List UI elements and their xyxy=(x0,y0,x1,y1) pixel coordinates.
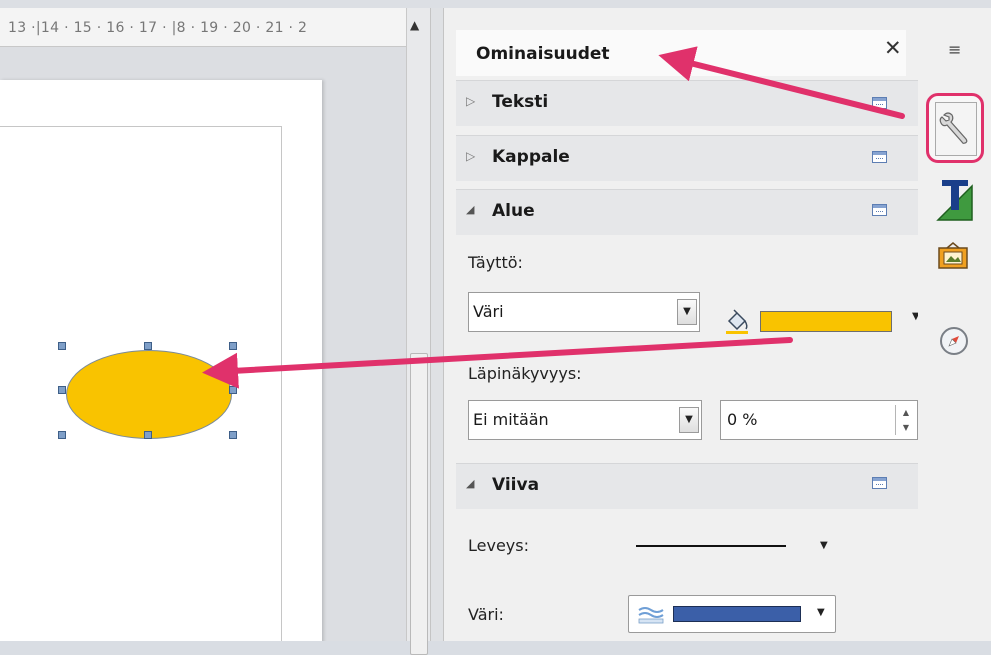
gallery-icon[interactable] xyxy=(937,242,969,270)
page-margin-top xyxy=(0,126,282,127)
panel-header: Ominaisuudet xyxy=(456,30,906,76)
spin-down-icon[interactable]: ▼ xyxy=(896,420,916,435)
navigator-compass-icon[interactable] xyxy=(939,326,969,356)
selection-handle-top-right[interactable] xyxy=(229,342,237,350)
selection-handle-middle-right[interactable] xyxy=(229,386,237,394)
fill-type-dropdown[interactable]: Väri ▼ xyxy=(468,292,700,332)
area-more-options-icon[interactable] xyxy=(872,204,887,216)
dropdown-arrow-icon[interactable]: ▼ xyxy=(817,607,825,618)
fill-color-swatch[interactable] xyxy=(760,311,892,332)
expand-triangle-icon[interactable]: ▷ xyxy=(466,149,475,163)
wrench-icon xyxy=(939,112,968,144)
sidebar-splitter[interactable] xyxy=(430,8,444,641)
expand-triangle-icon[interactable]: ▷ xyxy=(466,94,475,108)
selection-handle-bottom-left[interactable] xyxy=(58,431,66,439)
section-area-header[interactable]: ◢ Alue xyxy=(456,189,918,235)
section-line-header[interactable]: ◢ Viiva xyxy=(456,463,918,509)
spin-up-icon[interactable]: ▲ xyxy=(896,405,916,420)
section-text-title: Teksti xyxy=(492,92,549,112)
vertical-scrollbar[interactable]: ▲ xyxy=(406,8,430,655)
line-more-options-icon[interactable] xyxy=(872,477,887,489)
line-width-dropdown-arrow-icon[interactable]: ▼ xyxy=(820,540,828,551)
horizontal-ruler[interactable]: 13 ·|14 · 15 · 16 · 17 · |8 · 19 · 20 · … xyxy=(0,8,406,47)
scrollbar-thumb[interactable] xyxy=(410,353,428,655)
dropdown-arrow-icon[interactable]: ▼ xyxy=(677,299,697,325)
section-line-title: Viiva xyxy=(492,475,540,495)
fill-label: Täyttö: xyxy=(468,253,523,272)
selection-handle-middle-left[interactable] xyxy=(58,386,66,394)
transparency-percent-spinbox[interactable]: 0 % ▲ ▼ xyxy=(720,400,918,440)
transparency-dropdown[interactable]: Ei mitään ▼ xyxy=(468,400,702,440)
transparency-value: Ei mitään xyxy=(473,410,549,429)
close-panel-icon[interactable]: ✕ xyxy=(884,36,902,60)
sidebar-menu-icon[interactable]: ≡ xyxy=(948,40,961,59)
collapse-triangle-icon[interactable]: ◢ xyxy=(466,203,474,216)
panel-title: Ominaisuudet xyxy=(476,44,610,64)
selection-handle-top-left[interactable] xyxy=(58,342,66,350)
line-color-icon xyxy=(638,607,664,624)
ruler-numbers: 13 ·|14 · 15 · 16 · 17 · |8 · 19 · 20 · … xyxy=(8,20,308,36)
section-paragraph-header[interactable]: ▷ Kappale xyxy=(456,135,918,181)
paragraph-more-options-icon[interactable] xyxy=(872,151,887,163)
text-more-options-icon[interactable] xyxy=(872,97,887,109)
page-margin-right xyxy=(281,126,282,641)
dropdown-arrow-icon[interactable]: ▼ xyxy=(679,407,699,433)
collapse-triangle-icon[interactable]: ◢ xyxy=(466,477,474,490)
tab-properties[interactable] xyxy=(926,93,984,163)
sidebar-tab-bar: ≡ xyxy=(918,8,991,641)
section-paragraph-title: Kappale xyxy=(492,147,570,167)
section-text-header[interactable]: ▷ Teksti xyxy=(456,80,918,126)
transparency-label: Läpinäkyvyys: xyxy=(468,364,582,383)
selection-handle-top-center[interactable] xyxy=(144,342,152,350)
fill-type-value: Väri xyxy=(473,302,504,321)
spin-buttons[interactable]: ▲ ▼ xyxy=(895,405,916,435)
line-width-label: Leveys: xyxy=(468,536,529,555)
document-area[interactable]: 13 ·|14 · 15 · 16 · 17 · |8 · 19 · 20 · … xyxy=(0,8,406,641)
properties-panel: Ominaisuudet ✕ ▷ Teksti ▷ Kappale ◢ Alue… xyxy=(444,8,918,641)
section-area-title: Alue xyxy=(492,201,535,221)
paint-bucket-icon[interactable] xyxy=(724,309,750,335)
selection-handle-bottom-center[interactable] xyxy=(144,431,152,439)
selection-handle-bottom-right[interactable] xyxy=(229,431,237,439)
line-color-swatch[interactable] xyxy=(673,606,801,622)
line-color-label: Väri: xyxy=(468,605,504,624)
line-color-dropdown[interactable]: ▼ xyxy=(628,595,836,633)
styles-formatting-icon[interactable] xyxy=(934,178,976,224)
selected-ellipse-shape[interactable] xyxy=(66,350,232,439)
transparency-percent-value: 0 % xyxy=(727,410,758,429)
window-top-strip xyxy=(0,0,991,8)
scroll-up-arrow-icon[interactable]: ▲ xyxy=(410,18,419,32)
line-width-preview[interactable] xyxy=(636,545,786,547)
